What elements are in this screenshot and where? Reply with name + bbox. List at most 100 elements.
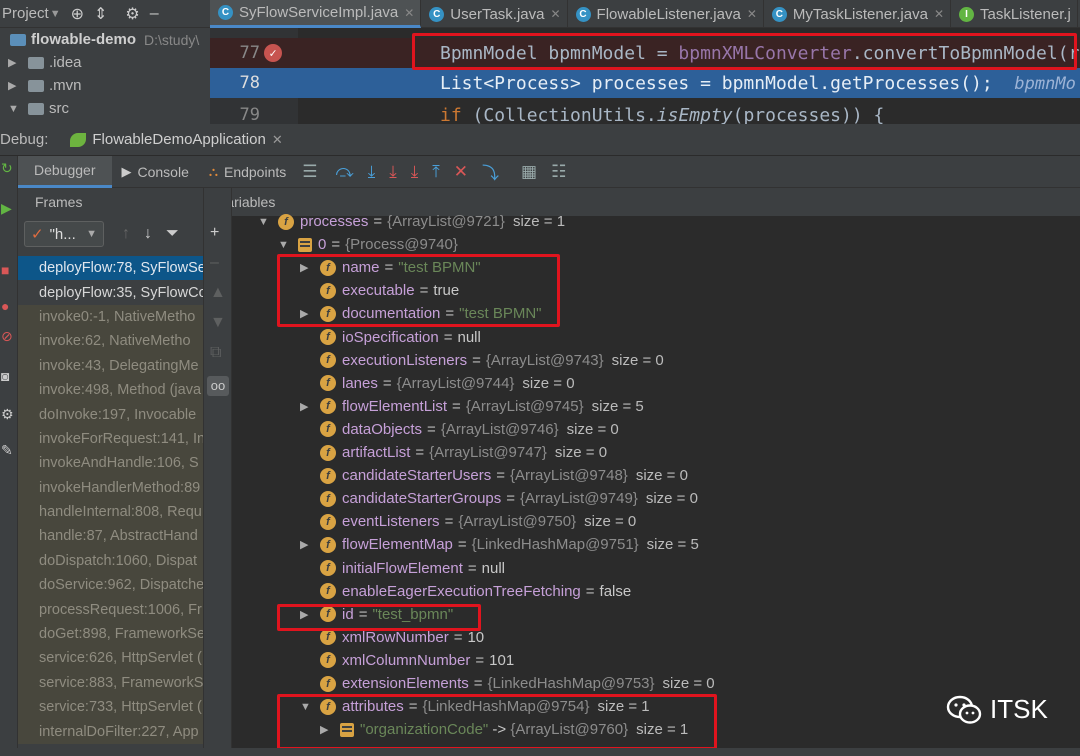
variable-row[interactable]: f ioSpecification = null — [300, 326, 481, 349]
close-icon[interactable]: ✕ — [550, 7, 560, 21]
arrow-down-icon[interactable]: ↓ — [144, 225, 152, 243]
chevron-right-icon[interactable]: ▶ — [8, 56, 20, 69]
resume-icon[interactable]: ▶ — [1, 200, 12, 217]
frame-row[interactable]: internalDoFilter:227, App — [18, 719, 203, 744]
gear-icon[interactable]: ⚙ — [125, 4, 139, 24]
frame-row[interactable]: service:733, HttpServlet ( — [18, 695, 203, 720]
tab-usertask[interactable]: C UserTask.java ✕ — [421, 0, 568, 28]
frame-row[interactable]: invoke:498, Method (java — [18, 377, 203, 403]
arrow-up-icon[interactable]: ▲ — [210, 284, 226, 302]
variable-row[interactable]: ▶ f flowElementMap = {LinkedHashMap@9751} siz… — [300, 533, 699, 556]
target-icon[interactable]: ⊕ — [71, 4, 84, 24]
frame-row[interactable]: invokeForRequest:141, In — [18, 426, 203, 452]
step-out-icon[interactable]: ⤒ — [432, 162, 440, 182]
chevron-down-icon[interactable]: ▼ — [258, 216, 272, 228]
chevron-down-icon[interactable]: ▼ — [50, 8, 61, 20]
tab-flowablelistener[interactable]: C FlowableListener.java ✕ — [568, 0, 764, 28]
variable-row[interactable]: f xmlColumnNumber = 101 — [300, 649, 514, 672]
frame-row[interactable]: invoke:43, DelegatingMe — [18, 353, 203, 378]
frame-row[interactable]: invoke0:-1, NativeMetho — [18, 304, 203, 330]
camera-icon[interactable]: ◙ — [1, 368, 9, 384]
variable-row[interactable]: f executionListeners = {ArrayList@9743} size… — [300, 349, 664, 372]
debug-session-tab[interactable]: FlowableDemoApplication ✕ — [70, 131, 283, 148]
variable-row[interactable]: ▶ f flowElementList = {ArrayList@9745} size =… — [300, 395, 644, 418]
close-icon[interactable]: ✕ — [934, 7, 944, 21]
view-breakpoints-icon[interactable]: ● — [1, 298, 9, 314]
frame-row[interactable]: doDispatch:1060, Dispat — [18, 548, 203, 574]
mute-breakpoints-icon[interactable]: ⊘ — [1, 328, 13, 345]
step-over-icon[interactable]: ⤓ — [368, 162, 376, 182]
close-icon[interactable]: ✕ — [404, 6, 414, 20]
tab-mytasklistener[interactable]: C MyTaskListener.java ✕ — [764, 0, 951, 28]
variable-row[interactable]: f dataObjects = {ArrayList@9746} size = 0 — [300, 418, 619, 441]
arrow-down-icon[interactable]: ▼ — [210, 314, 226, 332]
thread-select[interactable]: ✓ "h... ▼ — [24, 221, 104, 247]
drop-frame-icon[interactable]: ✕ — [454, 162, 468, 182]
frame-row[interactable]: service:626, HttpServlet ( — [18, 646, 203, 671]
variable-row[interactable]: f candidateStarterGroups = {ArrayList@9749}… — [300, 487, 698, 510]
variable-row[interactable]: f lanes = {ArrayList@9744} size = 0 — [300, 372, 575, 395]
rerun-icon[interactable]: ↻ — [1, 160, 13, 177]
variable-row[interactable]: f enableEagerExecutionTreeFetching = false — [300, 580, 631, 603]
tree-item-idea[interactable]: ▶ .idea — [0, 51, 210, 74]
tab-debugger[interactable]: Debugger — [18, 155, 112, 188]
frame-row[interactable]: invokeHandlerMethod:89 — [18, 475, 203, 500]
variable-row[interactable]: f eventListeners = {ArrayList@9750} size = 0 — [300, 510, 636, 533]
menu-icon[interactable]: ☰ — [302, 162, 317, 182]
frame-row[interactable]: invoke:62, NativeMetho — [18, 329, 203, 354]
close-icon[interactable]: ✕ — [272, 132, 283, 148]
frame-row[interactable]: handleInternal:808, Requ — [18, 499, 203, 525]
variable-row[interactable]: f extensionElements = {LinkedHashMap@9753} s… — [300, 672, 715, 695]
minus-icon[interactable]: – — [210, 254, 219, 272]
frame-row[interactable]: processRequest:1006, Fr — [18, 597, 203, 622]
frame-row[interactable]: doService:962, Dispatche — [18, 573, 203, 598]
tree-item-src[interactable]: ▼ src — [0, 97, 210, 120]
code-editor[interactable]: 77 ✓ BpmnModel bpmnModel = bpmnXMLConver… — [210, 28, 1080, 124]
show-execution-point-icon[interactable]: ⤼ — [336, 162, 354, 182]
variable-row[interactable]: f artifactList = {ArrayList@9747} size = 0 — [300, 441, 607, 464]
chevron-down-icon[interactable]: ▼ — [278, 239, 292, 251]
code-line-78-current[interactable]: 78 List<Process> processes = bpmnModel.g… — [210, 68, 1080, 98]
tab-label: Console — [137, 163, 189, 180]
run-to-cursor-icon[interactable]: ⤵ — [482, 159, 499, 184]
tree-item-root[interactable]: flowable-demo D:\study\ — [0, 28, 210, 51]
frame-row[interactable]: handle:87, AbstractHand — [18, 524, 203, 549]
frame-row[interactable]: deployFlow:35, SyFlowCo — [18, 280, 203, 304]
pin-icon[interactable]: ✎ — [1, 442, 13, 459]
copy-icon[interactable]: ⧉ — [210, 344, 221, 362]
tab-endpoints[interactable]: ⛬ Endpoints — [199, 156, 296, 188]
variable-row[interactable]: ▼ 0 = {Process@9740} — [278, 233, 458, 256]
tab-tasklistener[interactable]: I TaskListener.j — [951, 0, 1078, 28]
minimize-icon[interactable]: – — [150, 5, 159, 23]
variable-row[interactable]: f candidateStarterUsers = {ArrayList@9748} s… — [300, 464, 688, 487]
filter-icon[interactable]: ⏷ — [166, 225, 179, 243]
force-step-into-icon[interactable]: ⤓ — [411, 162, 419, 182]
chevron-down-icon[interactable]: ▼ — [8, 103, 20, 115]
variable-row[interactable]: f initialFlowElement = null — [300, 557, 505, 580]
frame-row[interactable]: invokeAndHandle:106, S — [18, 451, 203, 476]
frame-row[interactable]: doGet:898, FrameworkSe — [18, 621, 203, 647]
trace-icon[interactable]: ☷ — [551, 162, 566, 182]
step-into-icon[interactable]: ⤓ — [389, 162, 397, 182]
close-icon[interactable]: ✕ — [747, 7, 757, 21]
evaluate-expression-icon[interactable]: ▦ — [521, 162, 537, 182]
tab-console[interactable]: ▶ Console — [112, 156, 199, 188]
code-line-79[interactable]: 79 if (CollectionUtils.isEmpty(processes… — [210, 100, 1080, 125]
tab-syflowserviceimpl[interactable]: C SyFlowServiceImpl.java ✕ — [210, 0, 422, 28]
plus-icon[interactable]: + — [210, 224, 219, 242]
variable-row[interactable]: ▼ f processes = {ArrayList@9721} size = 1 — [258, 210, 565, 233]
chevron-right-icon[interactable]: ▶ — [300, 400, 314, 413]
frame-row[interactable]: doInvoke:197, Invocable — [18, 402, 203, 427]
project-view-label[interactable]: Project — [2, 5, 49, 22]
arrow-up-icon[interactable]: ↑ — [122, 225, 130, 243]
collapse-icon[interactable]: ⇕ — [94, 4, 107, 24]
chevron-right-icon[interactable]: ▶ — [8, 79, 20, 92]
glasses-icon[interactable]: oo — [207, 376, 229, 396]
frame-row[interactable]: deployFlow:78, SyFlowSe — [18, 256, 203, 281]
stop-icon[interactable]: ■ — [1, 262, 9, 278]
chevron-right-icon[interactable]: ▶ — [300, 538, 314, 551]
frame-row[interactable]: service:883, FrameworkS — [18, 670, 203, 696]
breakpoint-icon[interactable]: ✓ — [264, 44, 282, 62]
settings-icon[interactable]: ⚙ — [1, 406, 14, 423]
tree-item-mvn[interactable]: ▶ .mvn — [0, 74, 210, 97]
